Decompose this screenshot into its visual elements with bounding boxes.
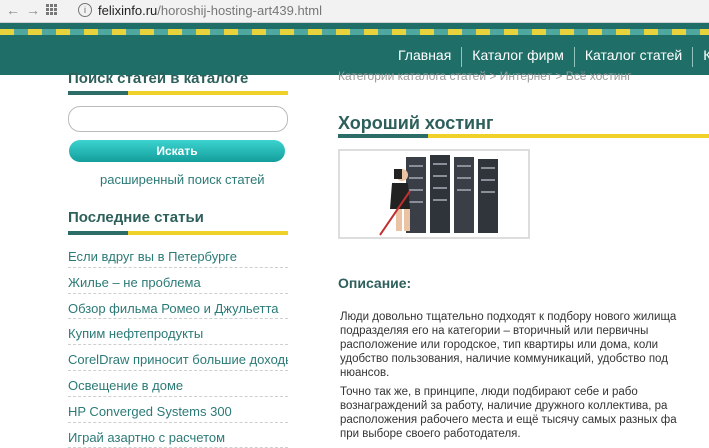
info-icon[interactable]: i <box>78 3 92 17</box>
paragraph-line: при выборе своего работодателя. <box>340 428 521 440</box>
advanced-search-link[interactable]: расширенный поиск статей <box>100 172 265 187</box>
search-section-title: Поиск статей в каталоге <box>68 70 249 87</box>
url-field[interactable]: felixinfo.ru/horoshij-hosting-art439.htm… <box>98 3 322 18</box>
paragraph-line: Люди довольно тщательно подходят к подбо… <box>340 311 677 323</box>
url-path: /horoshij-hosting-art439.html <box>157 3 322 18</box>
search-input[interactable] <box>68 106 288 132</box>
description-label: Описание: <box>338 275 412 291</box>
latest-articles-list: Если вдруг вы в Петербурге Жилье – не пр… <box>68 242 288 448</box>
article-paragraph: Люди довольно тщательно подходят к подбо… <box>340 310 709 380</box>
list-item[interactable]: Если вдруг вы в Петербурге <box>68 242 288 268</box>
paragraph-line: нюансов. <box>340 367 390 379</box>
section-divider <box>68 91 288 95</box>
list-item[interactable]: CorelDraw приносит большие доходы <box>68 345 288 371</box>
paragraph-line: Точно так же, в принципе, люди подбирают… <box>340 386 638 398</box>
paragraph-line: расположение или городское, тип квартиры… <box>340 339 659 351</box>
server-woman-illustration <box>379 155 498 236</box>
menu-item-companies[interactable]: Каталог фирм <box>461 47 574 67</box>
paragraph-line: удобство пользования, наличие коммуникац… <box>340 353 668 365</box>
menu-item-home[interactable]: Главная <box>388 47 461 67</box>
back-arrow-icon[interactable]: ← <box>6 2 20 18</box>
title-divider <box>338 134 709 138</box>
forward-arrow-icon[interactable]: → <box>26 2 40 18</box>
list-item[interactable]: HP Converged Systems 300 <box>68 397 288 423</box>
paragraph-line: расположения рабочего места и ещё тысячу… <box>340 414 677 426</box>
list-item[interactable]: Играй азартно с расчетом <box>68 423 288 448</box>
menu-item-more[interactable]: К <box>692 47 709 67</box>
article-paragraph: Точно так же, в принципе, люди подбирают… <box>340 385 709 441</box>
menu-item-articles[interactable]: Каталог статей <box>573 47 692 67</box>
section-divider <box>68 231 288 235</box>
search-button[interactable]: Искать <box>69 140 285 162</box>
latest-articles-title: Последние статьи <box>68 209 204 226</box>
header-stripe <box>0 29 709 35</box>
list-item[interactable]: Освещение в доме <box>68 371 288 397</box>
list-item[interactable]: Купим нефтепродукты <box>68 319 288 346</box>
main-menu: Главная Каталог фирм Каталог статей К <box>388 47 709 67</box>
url-domain: felixinfo.ru <box>98 3 158 18</box>
page-title: Хороший хостинг <box>338 113 494 133</box>
paragraph-line: вознаграждений за работу, наличие дружно… <box>340 400 668 412</box>
site-header: Главная Каталог фирм Каталог статей К <box>0 23 709 75</box>
article-image <box>338 149 530 239</box>
browser-address-bar: ← → i felixinfo.ru/horoshij-hosting-art4… <box>0 0 709 23</box>
apps-grid-icon[interactable] <box>46 4 58 16</box>
breadcrumb[interactable]: Категории каталога статей > Интернет > В… <box>338 69 632 83</box>
paragraph-line: подразделяя его на категории – вторичный… <box>340 325 649 337</box>
list-item[interactable]: Жилье – не проблема <box>68 268 288 294</box>
list-item[interactable]: Обзор фильма Ромео и Джульетта <box>68 294 288 320</box>
